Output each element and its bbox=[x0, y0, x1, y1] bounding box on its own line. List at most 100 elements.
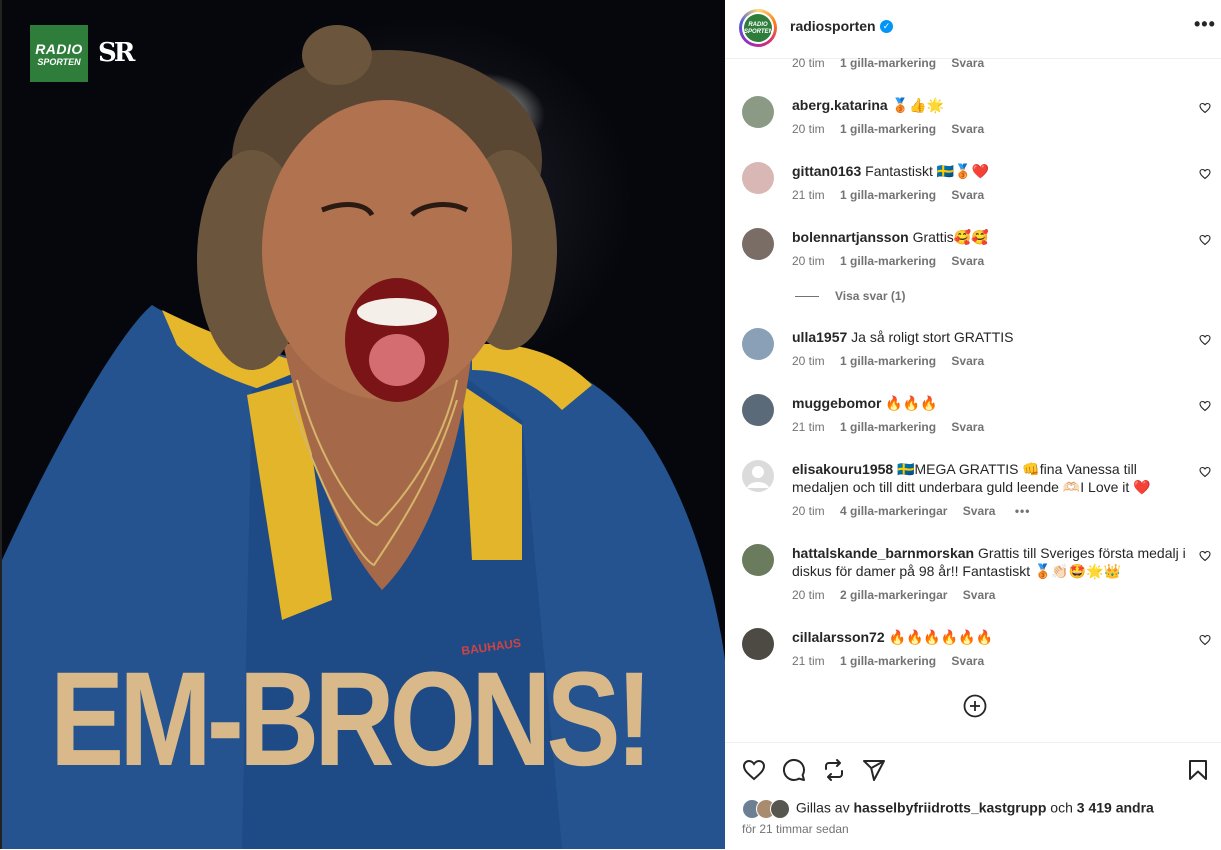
more-options-icon[interactable]: ••• bbox=[1194, 14, 1216, 35]
comment-text: gittan0163 Fantastiskt 🇸🇪🥉❤️ bbox=[792, 162, 1187, 180]
comment-text: cillalarsson72 🔥🔥🔥🔥🔥🔥 bbox=[792, 628, 1187, 646]
like-comment-heart-icon[interactable] bbox=[1199, 550, 1211, 562]
comment-body: 🔥🔥🔥 bbox=[885, 395, 938, 411]
comment-likes[interactable]: 1 gilla-markering bbox=[840, 56, 936, 70]
commenter-avatar[interactable] bbox=[742, 460, 774, 492]
comment-time: 21 tim bbox=[792, 420, 825, 434]
comment-likes[interactable]: 2 gilla-markeringar bbox=[840, 588, 947, 602]
liked-by-user[interactable]: hasselbyfriidrotts_kastgrupp bbox=[853, 800, 1046, 816]
comment-time: 20 tim bbox=[792, 504, 825, 518]
repost-icon[interactable] bbox=[822, 758, 846, 782]
liker-avatars[interactable] bbox=[742, 799, 792, 819]
liked-by-line: Gillas av hasselbyfriidrotts_kastgrupp o… bbox=[742, 799, 1154, 819]
avatar-logo: RADIO SPORTEN bbox=[744, 14, 773, 42]
like-comment-heart-icon[interactable] bbox=[1199, 400, 1211, 412]
radiosporten-logo: RADIO SPORTEN bbox=[30, 25, 88, 82]
comment-meta: 20 tim 1 gilla-markering Svara bbox=[792, 122, 984, 136]
reply-button[interactable]: Svara bbox=[951, 654, 984, 668]
comment-meta: 21 tim 1 gilla-markering Svara bbox=[792, 188, 984, 202]
reply-button[interactable]: Svara bbox=[951, 254, 984, 268]
post-image[interactable]: BAUHAUS RADIO SPORTEN SR EM-BRONS! bbox=[2, 0, 725, 849]
comment-likes[interactable]: 1 gilla-markering bbox=[840, 420, 936, 434]
comment-likes[interactable]: 1 gilla-markering bbox=[840, 354, 936, 368]
commenter-avatar[interactable] bbox=[742, 544, 774, 576]
like-count[interactable]: 3 419 andra bbox=[1077, 800, 1154, 816]
reply-button[interactable]: Svara bbox=[951, 420, 984, 434]
reply-button[interactable]: Svara bbox=[951, 188, 984, 202]
comment-text: hattalskande_barnmorskan Grattis till Sv… bbox=[792, 544, 1187, 580]
comments-panel: RADIO SPORTEN radiosporten ✓ ••• 20 tim 1… bbox=[725, 0, 1221, 849]
comment-icon[interactable] bbox=[782, 758, 806, 782]
like-comment-heart-icon[interactable] bbox=[1199, 334, 1211, 346]
post-headline: EM-BRONS! bbox=[50, 645, 653, 794]
comment-username[interactable]: ulla1957 bbox=[792, 329, 847, 345]
commenter-avatar[interactable] bbox=[742, 628, 774, 660]
comment-body: Ja så roligt stort GRATTIS bbox=[851, 329, 1014, 345]
like-comment-heart-icon[interactable] bbox=[1199, 168, 1211, 180]
like-comment-heart-icon[interactable] bbox=[1199, 634, 1211, 646]
commenter-avatar[interactable] bbox=[742, 394, 774, 426]
sr-logo: SR bbox=[98, 38, 135, 68]
commenter-avatar[interactable] bbox=[742, 162, 774, 194]
comment-time: 20 tim bbox=[792, 122, 825, 136]
comment-likes[interactable]: 4 gilla-markeringar bbox=[840, 504, 947, 518]
comment-text: bolennartjansson Grattis🥰🥰 bbox=[792, 228, 1187, 246]
comment-username[interactable]: cillalarsson72 bbox=[792, 629, 885, 645]
bookmark-icon[interactable] bbox=[1186, 758, 1210, 782]
comment-time: 21 tim bbox=[792, 654, 825, 668]
load-more-comments-icon[interactable] bbox=[963, 694, 987, 718]
comment-meta: 21 tim 1 gilla-markering Svara bbox=[792, 420, 984, 434]
comment-body: Fantastiskt 🇸🇪🥉❤️ bbox=[865, 163, 990, 179]
heart-icon[interactable] bbox=[742, 758, 766, 782]
default-avatar-icon bbox=[747, 466, 769, 488]
comment-text: muggebomor 🔥🔥🔥 bbox=[792, 394, 1187, 412]
reply-button[interactable]: Svara bbox=[951, 122, 984, 136]
comment-likes[interactable]: 1 gilla-markering bbox=[840, 254, 936, 268]
post-actions: Gillas av hasselbyfriidrotts_kastgrupp o… bbox=[725, 742, 1221, 850]
comment-time: 21 tim bbox=[792, 188, 825, 202]
comment-body: Grattis🥰🥰 bbox=[912, 229, 989, 245]
comment-time: 20 tim bbox=[792, 354, 825, 368]
comment-likes[interactable]: 1 gilla-markering bbox=[840, 654, 936, 668]
reply-button[interactable]: Svara bbox=[963, 504, 996, 518]
comment-text: elisakouru1958 🇸🇪MEGA GRATTIS 👊fina Vane… bbox=[792, 460, 1187, 496]
like-comment-heart-icon[interactable] bbox=[1199, 102, 1211, 114]
comment-username[interactable]: hattalskande_barnmorskan bbox=[792, 545, 974, 561]
account-username[interactable]: radiosporten bbox=[790, 18, 876, 34]
comment-time: 20 tim bbox=[792, 56, 825, 70]
commenter-avatar[interactable] bbox=[742, 328, 774, 360]
comment-likes[interactable]: 1 gilla-markering bbox=[840, 188, 936, 202]
comment-meta: 21 tim 1 gilla-markering Svara bbox=[792, 654, 984, 668]
comment-username[interactable]: bolennartjansson bbox=[792, 229, 909, 245]
comment-username[interactable]: muggebomor bbox=[792, 395, 881, 411]
commenter-avatar[interactable] bbox=[742, 228, 774, 260]
comment-username[interactable]: gittan0163 bbox=[792, 163, 861, 179]
comment-body: 🥉👍🌟 bbox=[891, 97, 944, 113]
reply-button[interactable]: Svara bbox=[951, 56, 984, 70]
comment-username[interactable]: aberg.katarina bbox=[792, 97, 888, 113]
share-icon[interactable] bbox=[862, 758, 886, 782]
replies-divider bbox=[795, 296, 819, 298]
view-replies-button[interactable]: Visa svar (1) bbox=[795, 289, 906, 303]
post-time-ago[interactable]: för 21 timmar sedan bbox=[742, 822, 849, 836]
like-comment-heart-icon[interactable] bbox=[1199, 234, 1211, 246]
comment-options-icon[interactable]: ••• bbox=[1015, 504, 1031, 518]
commenter-avatar[interactable] bbox=[742, 96, 774, 128]
comment-meta: 20 tim 1 gilla-markering Svara bbox=[792, 254, 984, 268]
verified-badge-icon: ✓ bbox=[880, 20, 893, 33]
liked-by-mid: och bbox=[1050, 799, 1073, 816]
comment-meta: 20 tim 2 gilla-markeringar Svara bbox=[792, 588, 995, 602]
liked-by-prefix: Gillas av bbox=[795, 799, 850, 816]
account-avatar[interactable]: RADIO SPORTEN bbox=[739, 9, 777, 47]
logo-line-1: RADIO bbox=[35, 40, 83, 57]
comment-text: ulla1957 Ja så roligt stort GRATTIS bbox=[792, 328, 1187, 346]
comment-username[interactable]: elisakouru1958 bbox=[792, 461, 893, 477]
reply-button[interactable]: Svara bbox=[951, 354, 984, 368]
comment-time: 20 tim bbox=[792, 588, 825, 602]
post-header: RADIO SPORTEN radiosporten ✓ ••• bbox=[725, 0, 1221, 59]
like-comment-heart-icon[interactable] bbox=[1199, 466, 1211, 478]
reply-button[interactable]: Svara bbox=[963, 588, 996, 602]
comment-meta: 20 tim 1 gilla-markering Svara bbox=[792, 354, 984, 368]
comment-likes[interactable]: 1 gilla-markering bbox=[840, 122, 936, 136]
liker-avatar bbox=[770, 799, 790, 819]
